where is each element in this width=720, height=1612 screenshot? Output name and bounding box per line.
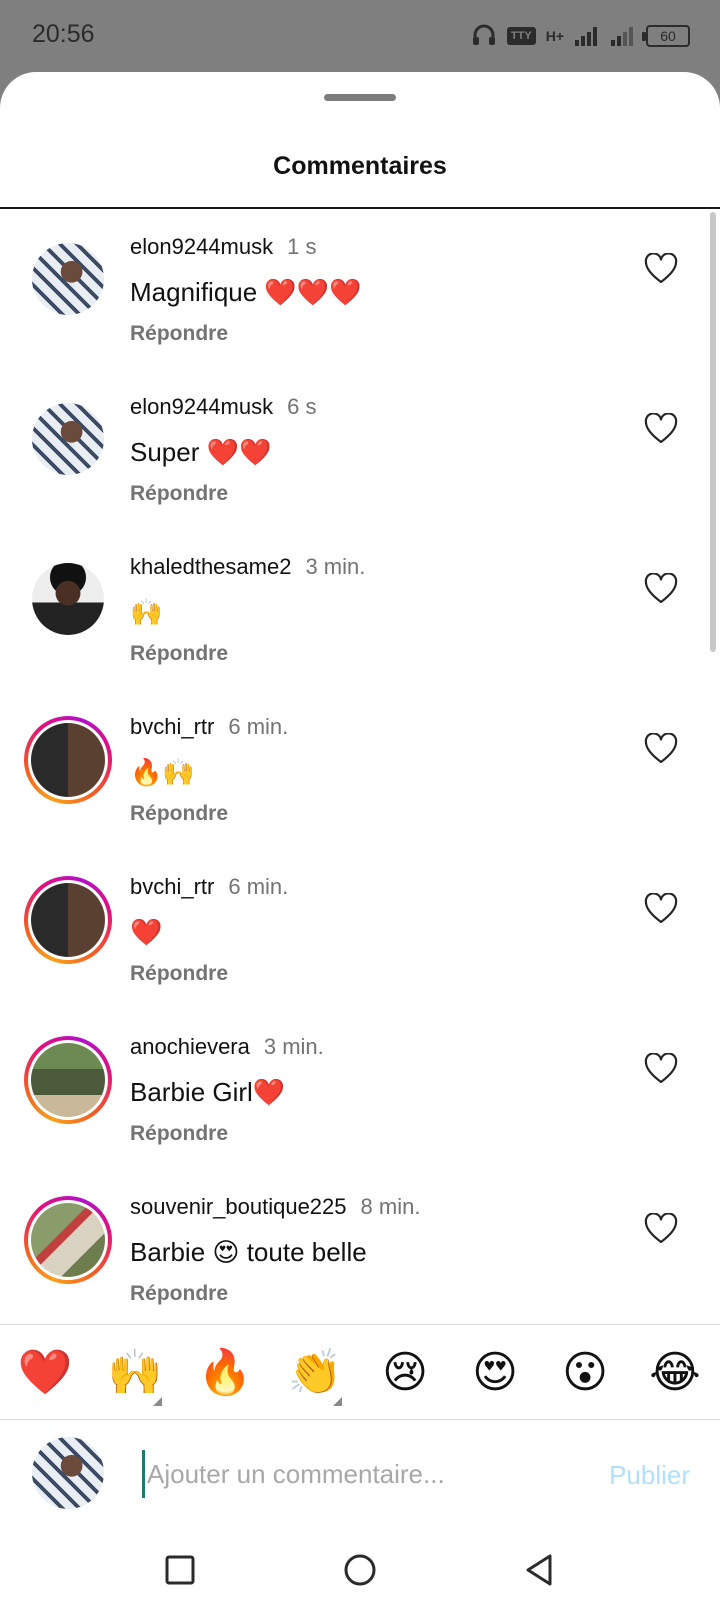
comment-text: Barbie Girl❤️ [130, 1077, 286, 1107]
heart-icon[interactable] [644, 1213, 678, 1245]
comment-username[interactable]: bvchi_rtr [130, 874, 214, 900]
comment-text: Barbie 😍 toute belle [130, 1237, 367, 1267]
current-user-avatar [32, 1437, 104, 1509]
heart-icon[interactable] [644, 253, 678, 285]
battery-icon: 60 [642, 25, 690, 47]
comment-composer: Publier [0, 1420, 720, 1528]
heart-icon[interactable] [644, 893, 678, 925]
headset-icon [472, 24, 495, 45]
signal-icon [575, 27, 597, 46]
comment-username[interactable]: souvenir_boutique225 [130, 1194, 347, 1220]
signal-icon-2 [611, 27, 633, 46]
comment-text: Super ❤️❤️ [130, 437, 272, 467]
reaction-tears-of-joy[interactable]: 😂 [630, 1324, 720, 1420]
avatar-story-ring[interactable] [24, 716, 112, 804]
reply-button[interactable]: Répondre [130, 322, 610, 346]
tty-icon: TTY [506, 27, 536, 45]
comment-time: 6 s [287, 394, 317, 419]
comment-item: khaledthesame2 3 min. 🙌 Répondre [0, 530, 720, 690]
reaction-clapping-hands[interactable]: 👏 [270, 1324, 360, 1420]
variants-indicator [153, 1397, 162, 1406]
reaction-heart[interactable]: ❤️ [0, 1324, 90, 1420]
reply-button[interactable]: Répondre [130, 482, 610, 506]
comment-username[interactable]: khaledthesame2 [130, 554, 291, 580]
comment-username[interactable]: bvchi_rtr [130, 714, 214, 740]
comment-item: elon9244musk 6 s Super ❤️❤️ Répondre [0, 370, 720, 530]
recents-icon[interactable] [158, 1548, 202, 1592]
variants-indicator [333, 1397, 342, 1406]
reaction-heart-eyes[interactable]: 😍 [450, 1324, 540, 1420]
reply-button[interactable]: Répondre [130, 962, 610, 986]
comment-item: bvchi_rtr 6 min. ❤️ Répondre [0, 850, 720, 1010]
comment-item: elon9244musk 1 s Magnifique ❤️❤️❤️ Répon… [0, 210, 720, 370]
reaction-raised-hands[interactable]: 🙌 [90, 1324, 180, 1420]
sheet-title: Commentaires [273, 152, 447, 180]
scrollbar[interactable] [710, 212, 716, 652]
reply-button[interactable]: Répondre [130, 642, 610, 666]
comment-username[interactable]: elon9244musk [130, 394, 273, 420]
comment-text: Magnifique ❤️❤️❤️ [130, 277, 362, 307]
heart-icon[interactable] [644, 1053, 678, 1085]
comment-text: 🔥🙌 [130, 757, 195, 787]
comment-list: elon9244musk 1 s Magnifique ❤️❤️❤️ Répon… [0, 210, 720, 1330]
drag-handle[interactable] [324, 94, 396, 101]
reaction-surprised-face[interactable]: 😮 [540, 1324, 630, 1420]
heart-icon[interactable] [644, 413, 678, 445]
avatar[interactable] [32, 403, 104, 475]
status-icons: TTY H+ 60 [471, 18, 690, 54]
comment-text: 🙌 [130, 597, 163, 627]
comment-username[interactable]: elon9244musk [130, 234, 273, 260]
header-divider [0, 207, 720, 209]
avatar-story-ring[interactable] [24, 1196, 112, 1284]
comment-item: bvchi_rtr 6 min. 🔥🙌 Répondre [0, 690, 720, 850]
comment-item: anochievera 3 min. Barbie Girl❤️ Répondr… [0, 1010, 720, 1170]
comment-time: 3 min. [263, 1034, 324, 1059]
reply-button[interactable]: Répondre [130, 802, 610, 826]
home-icon[interactable] [338, 1548, 382, 1592]
reply-button[interactable]: Répondre [130, 1282, 610, 1306]
reaction-fire[interactable]: 🔥 [180, 1324, 270, 1420]
status-bar: 20:56 TTY H+ 60 [0, 0, 720, 72]
avatar[interactable] [32, 563, 104, 635]
comment-time: 3 min. [305, 554, 366, 579]
comment-input[interactable] [142, 1450, 572, 1498]
comment-time: 1 s [287, 234, 317, 259]
status-time: 20:56 [32, 20, 95, 48]
reply-button[interactable]: Répondre [130, 1122, 610, 1146]
comment-username[interactable]: anochievera [130, 1034, 250, 1060]
avatar-story-ring[interactable] [24, 876, 112, 964]
comment-text: ❤️ [130, 917, 163, 947]
quick-reaction-bar: ❤️ 🙌 🔥 👏 😢 😍 😮 😂 [0, 1324, 720, 1420]
clapping-hands-icon: 👏 [287, 1347, 343, 1398]
publish-button[interactable]: Publier [609, 1460, 690, 1491]
raised-hands-icon: 🙌 [107, 1347, 163, 1398]
avatar-story-ring[interactable] [24, 1036, 112, 1124]
heart-icon[interactable] [644, 573, 678, 605]
back-icon[interactable] [518, 1548, 562, 1592]
heart-icon[interactable] [644, 733, 678, 765]
comment-time: 6 min. [228, 714, 289, 739]
comment-item: souvenir_boutique225 8 min. Barbie 😍 tou… [0, 1170, 720, 1330]
comment-time: 8 min. [360, 1194, 421, 1219]
system-nav-bar [0, 1528, 720, 1612]
avatar[interactable] [32, 243, 104, 315]
comments-sheet: Commentaires elon9244musk 1 s Magnifique… [0, 72, 720, 1612]
network-type: H+ [545, 28, 564, 44]
reaction-crying-face[interactable]: 😢 [360, 1324, 450, 1420]
comment-time: 6 min. [228, 874, 289, 899]
